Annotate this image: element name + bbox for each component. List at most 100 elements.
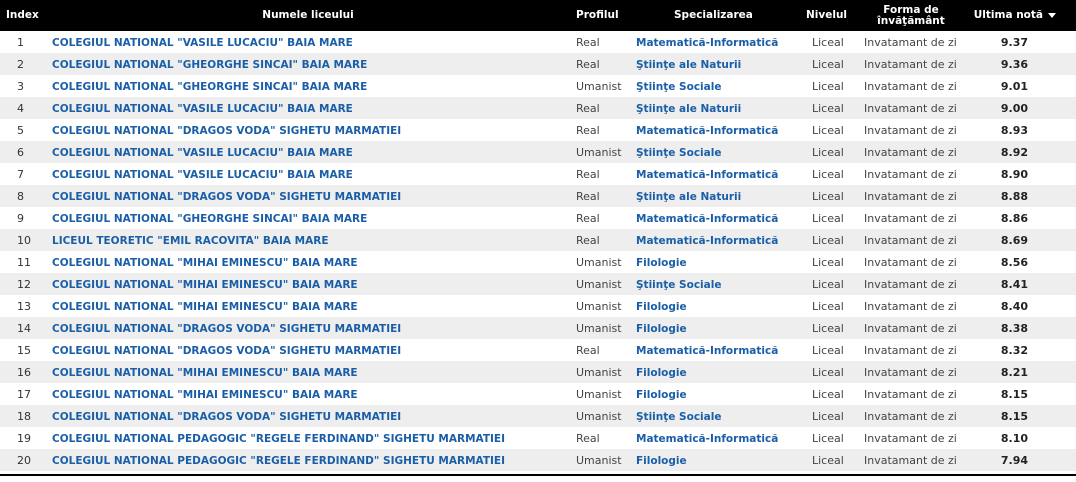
table-row: 5 COLEGIUL NATIONAL "DRAGOS VODA" SIGHETU…	[0, 119, 1076, 141]
level-cell: Liceal	[812, 57, 844, 71]
specialization-link[interactable]: Matematică-Informatică	[636, 433, 778, 445]
grade-cell: 7.94	[1000, 453, 1028, 467]
specialization-link[interactable]: Filologie	[636, 389, 687, 401]
school-name-link[interactable]: COLEGIUL NATIONAL "DRAGOS VODA" SIGHETU …	[52, 345, 401, 357]
school-name-link[interactable]: COLEGIUL NATIONAL "MIHAI EMINESCU" BAIA …	[52, 279, 358, 291]
grade-cell: 8.40	[1000, 299, 1028, 313]
school-name-cell: COLEGIUL NATIONAL "DRAGOS VODA" SIGHETU …	[44, 119, 572, 141]
specialization-link[interactable]: Filologie	[636, 257, 687, 269]
grade-cell: 8.10	[1000, 431, 1028, 445]
table-row: 7 COLEGIUL NATIONAL "VASILE LUCACIU" BAIA…	[0, 163, 1076, 185]
grade-cell: 8.90	[1000, 167, 1028, 181]
profile-cell: Real	[576, 35, 600, 49]
school-name-link[interactable]: COLEGIUL NATIONAL "VASILE LUCACIU" BAIA …	[52, 169, 353, 181]
form-cell: Invatamant de zi	[864, 79, 957, 93]
school-name-link[interactable]: COLEGIUL NATIONAL "GHEORGHE SINCAI" BAIA…	[52, 59, 367, 71]
row-index: 5	[17, 123, 24, 137]
table-row: 3 COLEGIUL NATIONAL "GHEORGHE SINCAI" BAI…	[0, 75, 1076, 97]
specialization-link[interactable]: Matematică-Informatică	[636, 235, 778, 247]
school-name-cell: COLEGIUL NATIONAL PEDAGOGIC "REGELE FERD…	[44, 427, 572, 449]
school-name-cell: COLEGIUL NATIONAL "DRAGOS VODA" SIGHETU …	[44, 185, 572, 207]
form-cell: Invatamant de zi	[864, 145, 957, 159]
specialization-link[interactable]: Matematică-Informatică	[636, 345, 778, 357]
grade-cell: 8.92	[1000, 145, 1028, 159]
grade-cell: 9.37	[1000, 35, 1028, 49]
column-header-specialization[interactable]: Specializarea	[632, 0, 804, 31]
school-name-link[interactable]: COLEGIUL NATIONAL "DRAGOS VODA" SIGHETU …	[52, 125, 401, 137]
specialization-cell: Filologie	[632, 449, 804, 471]
specialization-link[interactable]: Matematică-Informatică	[636, 213, 778, 225]
specialization-link[interactable]: Filologie	[636, 323, 687, 335]
school-name-cell: LICEUL TEORETIC "EMIL RACOVITA" BAIA MAR…	[44, 229, 572, 251]
profile-cell: Real	[576, 101, 600, 115]
school-name-link[interactable]: COLEGIUL NATIONAL "DRAGOS VODA" SIGHETU …	[52, 323, 401, 335]
specialization-link[interactable]: Ştiinţe Sociale	[636, 81, 721, 93]
column-header-name[interactable]: Numele liceului	[44, 0, 572, 31]
school-name-cell: COLEGIUL NATIONAL "GHEORGHE SINCAI" BAIA…	[44, 75, 572, 97]
row-index: 10	[17, 233, 31, 247]
school-name-link[interactable]: COLEGIUL NATIONAL "VASILE LUCACIU" BAIA …	[52, 37, 353, 49]
school-name-link[interactable]: COLEGIUL NATIONAL "VASILE LUCACIU" BAIA …	[52, 103, 353, 115]
profile-cell: Real	[576, 431, 600, 445]
results-table: Index Numele liceului Profilul Specializ…	[0, 0, 1076, 471]
specialization-link[interactable]: Ştiinţe Sociale	[636, 147, 721, 159]
table-row: 15 COLEGIUL NATIONAL "DRAGOS VODA" SIGHET…	[0, 339, 1076, 361]
school-name-link[interactable]: COLEGIUL NATIONAL "MIHAI EMINESCU" BAIA …	[52, 367, 358, 379]
school-name-link[interactable]: COLEGIUL NATIONAL "MIHAI EMINESCU" BAIA …	[52, 301, 358, 313]
specialization-link[interactable]: Matematică-Informatică	[636, 169, 778, 181]
school-name-link[interactable]: COLEGIUL NATIONAL "DRAGOS VODA" SIGHETU …	[52, 191, 401, 203]
specialization-link[interactable]: Filologie	[636, 455, 687, 467]
school-name-link[interactable]: LICEUL TEORETIC "EMIL RACOVITA" BAIA MAR…	[52, 235, 329, 247]
specialization-link[interactable]: Filologie	[636, 367, 687, 379]
table-row: 2 COLEGIUL NATIONAL "GHEORGHE SINCAI" BAI…	[0, 53, 1076, 75]
specialization-link[interactable]: Matematică-Informatică	[636, 37, 778, 49]
specialization-cell: Filologie	[632, 383, 804, 405]
specialization-link[interactable]: Matematică-Informatică	[636, 125, 778, 137]
school-name-link[interactable]: COLEGIUL NATIONAL PEDAGOGIC "REGELE FERD…	[52, 455, 505, 467]
column-header-profile[interactable]: Profilul	[572, 0, 632, 31]
grade-cell: 8.15	[1000, 409, 1028, 423]
specialization-link[interactable]: Ştiinţe ale Naturii	[636, 191, 741, 203]
form-cell: Invatamant de zi	[864, 233, 957, 247]
school-name-link[interactable]: COLEGIUL NATIONAL "MIHAI EMINESCU" BAIA …	[52, 389, 358, 401]
level-cell: Liceal	[812, 101, 844, 115]
school-name-link[interactable]: COLEGIUL NATIONAL "GHEORGHE SINCAI" BAIA…	[52, 213, 367, 225]
profile-cell: Real	[576, 211, 600, 225]
level-cell: Liceal	[812, 365, 844, 379]
school-name-cell: COLEGIUL NATIONAL "DRAGOS VODA" SIGHETU …	[44, 405, 572, 427]
grade-cell: 9.01	[1000, 79, 1028, 93]
grade-cell: 8.21	[1000, 365, 1028, 379]
row-index: 11	[17, 255, 31, 269]
column-header-form[interactable]: Forma de învăţământ	[856, 0, 966, 31]
table-row: 19 COLEGIUL NATIONAL PEDAGOGIC "REGELE FE…	[0, 427, 1076, 449]
school-name-cell: COLEGIUL NATIONAL "MIHAI EMINESCU" BAIA …	[44, 361, 572, 383]
table-row: 4 COLEGIUL NATIONAL "VASILE LUCACIU" BAIA…	[0, 97, 1076, 119]
table-row: 13 COLEGIUL NATIONAL "MIHAI EMINESCU" BAI…	[0, 295, 1076, 317]
school-name-cell: COLEGIUL NATIONAL "VASILE LUCACIU" BAIA …	[44, 141, 572, 163]
form-cell: Invatamant de zi	[864, 277, 957, 291]
grade-cell: 9.36	[1000, 57, 1028, 71]
profile-cell: Umanist	[576, 255, 622, 269]
school-name-cell: COLEGIUL NATIONAL "VASILE LUCACIU" BAIA …	[44, 31, 572, 53]
specialization-link[interactable]: Filologie	[636, 301, 687, 313]
school-name-link[interactable]: COLEGIUL NATIONAL "GHEORGHE SINCAI" BAIA…	[52, 81, 367, 93]
level-cell: Liceal	[812, 167, 844, 181]
column-header-index[interactable]: Index	[0, 0, 44, 31]
school-name-link[interactable]: COLEGIUL NATIONAL PEDAGOGIC "REGELE FERD…	[52, 433, 505, 445]
school-name-link[interactable]: COLEGIUL NATIONAL "DRAGOS VODA" SIGHETU …	[52, 411, 401, 423]
row-index: 12	[17, 277, 31, 291]
level-cell: Liceal	[812, 233, 844, 247]
specialization-link[interactable]: Ştiinţe ale Naturii	[636, 59, 741, 71]
specialization-cell: Ştiinţe ale Naturii	[632, 185, 804, 207]
school-name-cell: COLEGIUL NATIONAL "VASILE LUCACIU" BAIA …	[44, 97, 572, 119]
specialization-link[interactable]: Ştiinţe ale Naturii	[636, 103, 741, 115]
specialization-cell: Matematică-Informatică	[632, 119, 804, 141]
level-cell: Liceal	[812, 409, 844, 423]
school-name-link[interactable]: COLEGIUL NATIONAL "VASILE LUCACIU" BAIA …	[52, 147, 353, 159]
specialization-link[interactable]: Ştiinţe Sociale	[636, 279, 721, 291]
school-name-cell: COLEGIUL NATIONAL "DRAGOS VODA" SIGHETU …	[44, 317, 572, 339]
column-header-level[interactable]: Nivelul	[804, 0, 856, 31]
school-name-link[interactable]: COLEGIUL NATIONAL "MIHAI EMINESCU" BAIA …	[52, 257, 358, 269]
specialization-link[interactable]: Ştiinţe Sociale	[636, 411, 721, 423]
column-header-last-grade[interactable]: Ultima notă	[966, 0, 1076, 31]
